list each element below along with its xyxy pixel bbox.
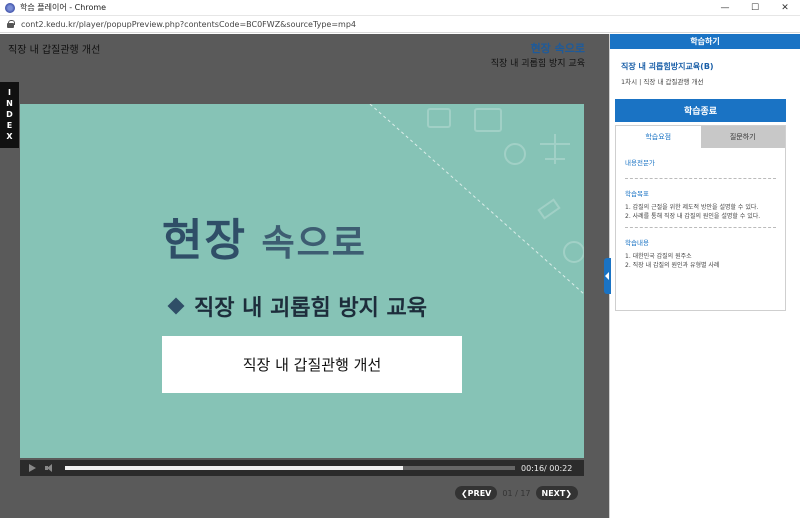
url-text[interactable]: cont2.kedu.kr/player/popupPreview.php?co… (21, 20, 356, 29)
section-objectives: 학습목표 1. 갑질의 근절을 위한 제도적 방안을 설명할 수 있다. 2. … (625, 179, 776, 228)
window-controls: — ☐ ✕ (710, 0, 800, 16)
slide-pager: ❮PREV 01 / 17 NEXT❯ (454, 486, 578, 500)
panel-header: 학습하기 (610, 34, 800, 49)
panel-collapse-toggle[interactable] (604, 258, 611, 294)
prev-button[interactable]: ❮PREV (454, 486, 498, 500)
slide-stage: 현장 속으로 직장 내 괴롭힘 방지 교육 직장 내 갑질관행 개선 (20, 104, 584, 458)
section-title: 학습목표 (625, 190, 649, 198)
window-titlebar: 학습 플레이어 - Chrome — ☐ ✕ (0, 0, 800, 16)
study-panel: 학습하기 직장 내 괴롭힘방지교육(B) 1차시 | 직장 내 갑질관행 개선 … (604, 34, 800, 518)
slide-subtitle: 직장 내 괴롭힘 방지 교육 (194, 296, 428, 321)
address-bar[interactable]: cont2.kedu.kr/player/popupPreview.php?co… (0, 16, 800, 33)
course-name: 직장 내 괴롭힘방지교육(B) (621, 62, 714, 71)
end-study-button[interactable]: 학습종료 (615, 99, 786, 122)
index-tab[interactable]: INDEX (0, 82, 19, 148)
slide-decoration (369, 104, 584, 295)
content-line: 2. 직장 내 갑질의 원인과 유형별 사례 (625, 262, 720, 269)
objective-line: 1. 갑질의 근절을 위한 제도적 방안을 설명할 수 있다. (625, 204, 759, 211)
panel-sections: 내용전문가 학습목표 1. 갑질의 근절을 위한 제도적 방안을 설명할 수 있… (616, 148, 785, 276)
objective-line: 2. 사례를 통해 직장 내 갑질의 원인을 설명할 수 있다. (625, 213, 761, 220)
maximize-button[interactable]: ☐ (740, 0, 770, 16)
window-title: 학습 플레이어 - Chrome (20, 3, 107, 12)
progress-fill (65, 466, 403, 470)
diamond-bullet-icon (167, 297, 185, 315)
volume-icon[interactable] (45, 464, 54, 472)
close-button[interactable]: ✕ (770, 0, 800, 16)
slide-main-title-part1: 현장 (162, 215, 247, 266)
tab-ask-question[interactable]: 질문하기 (700, 126, 785, 148)
lock-icon (7, 20, 15, 28)
section-title: 학습내용 (625, 239, 649, 247)
video-controls: 00:16/ 00:22 (20, 460, 584, 476)
time-display: 00:16/ 00:22 (521, 463, 573, 473)
section-title: 내용전문가 (625, 159, 655, 167)
slide-subtitle-row: 직장 내 괴롭힘 방지 교육 (167, 290, 428, 322)
course-subtitle: 직장 내 괴롭힘 방지 교육 (490, 59, 585, 69)
tab-study-points[interactable]: 학습요점 (616, 126, 701, 148)
page-indicator: 01 / 17 (502, 488, 531, 498)
series-brand: 현장 속으로 (530, 42, 585, 55)
slide-main-title-part2: 속으로 (246, 223, 367, 264)
slide-main-title: 현장 속으로 (162, 204, 367, 268)
minimize-button[interactable]: — (710, 0, 740, 16)
progress-bar[interactable] (65, 466, 515, 470)
slide-title-box: 직장 내 갑질관행 개선 (162, 336, 462, 393)
next-button[interactable]: NEXT❯ (535, 486, 578, 500)
section-contents: 학습내용 1. 대한민국 갑질의 원주소 2. 직장 내 갑질의 원인과 유형별… (625, 228, 776, 276)
app-icon (5, 2, 15, 13)
play-icon[interactable] (29, 464, 36, 472)
panel-tabs-box: 학습요점 질문하기 내용전문가 학습목표 1. 갑질의 근절을 위한 제도적 방… (615, 125, 786, 311)
course-meta: 1차시 | 직장 내 갑질관행 개선 (621, 78, 704, 86)
lesson-title: 직장 내 갑질관행 개선 (8, 45, 101, 56)
panel-tabs: 학습요점 질문하기 (616, 126, 785, 148)
video-player: 직장 내 갑질관행 개선 현장 속으로 직장 내 괴롭힘 방지 교육 INDEX… (0, 34, 609, 518)
content-line: 1. 대한민국 갑질의 원주소 (625, 253, 692, 260)
section-expert: 내용전문가 (625, 148, 776, 179)
